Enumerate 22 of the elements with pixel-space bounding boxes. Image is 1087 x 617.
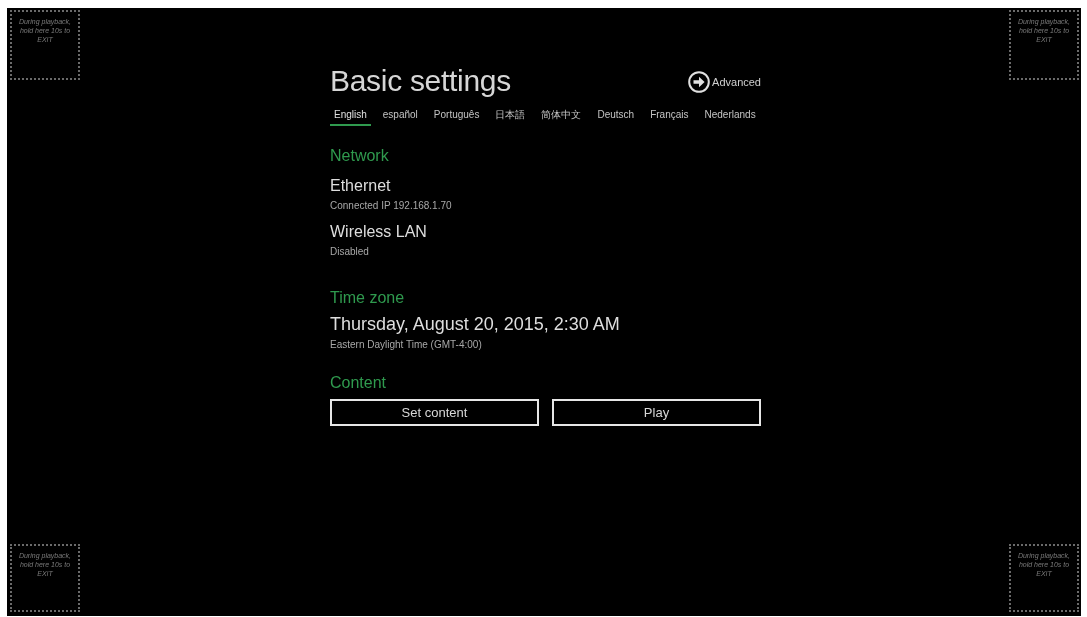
setting-detail: Connected IP 192.168.1.70 xyxy=(330,199,453,212)
language-tab[interactable]: español xyxy=(378,108,422,126)
section-heading: Network xyxy=(330,146,390,166)
setting-detail: Eastern Daylight Time (GMT-4:00) xyxy=(330,338,483,351)
setting-name: Ethernet xyxy=(330,176,392,196)
language-tab[interactable]: 简体中文 xyxy=(537,108,586,126)
setting-detail: Disabled xyxy=(330,245,370,258)
language-tab[interactable]: Deutsch xyxy=(593,108,639,126)
page-title: Basic settings xyxy=(330,63,511,99)
play-button[interactable]: Play xyxy=(552,399,761,426)
language-tab[interactable]: English xyxy=(330,108,371,126)
setting-name: Thursday, August 20, 2015, 2:30 AM xyxy=(330,313,621,335)
set-content-button[interactable]: Set content xyxy=(330,399,539,426)
language-tab[interactable]: Français xyxy=(646,108,693,126)
section-heading: Time zone xyxy=(330,288,406,308)
setting-name: Wireless LAN xyxy=(330,222,428,242)
advanced-link[interactable]: Advanced xyxy=(688,71,761,93)
language-tab[interactable]: 日本語 xyxy=(491,108,530,126)
language-tab[interactable]: Português xyxy=(429,108,484,126)
section-heading: Content xyxy=(330,373,388,393)
arrow-circle-icon xyxy=(688,71,711,93)
language-tab[interactable]: Nederlands xyxy=(700,108,760,126)
